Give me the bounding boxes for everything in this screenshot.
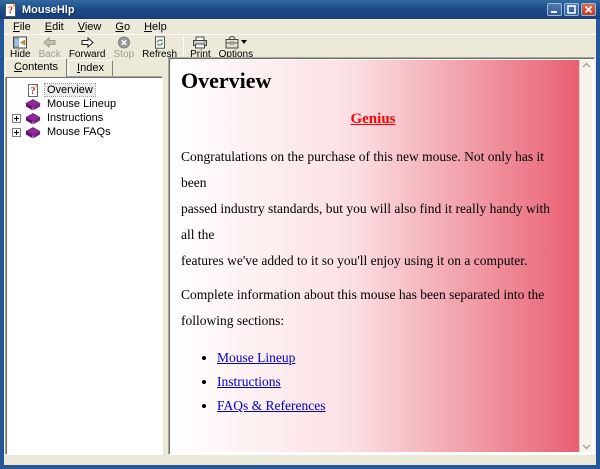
- print-button[interactable]: Print: [186, 36, 215, 59]
- stop-button[interactable]: Stop: [110, 36, 139, 59]
- toolbar: Hide Back Forward Stop: [4, 34, 596, 57]
- minimize-button[interactable]: [547, 3, 562, 16]
- refresh-icon: [153, 36, 167, 49]
- sections-intro: Complete information about this mouse ha…: [181, 282, 565, 334]
- menu-file[interactable]: File: [6, 19, 38, 34]
- toolbar-separator: [183, 37, 184, 56]
- tree-item-instructions[interactable]: Instructions: [10, 111, 160, 125]
- intro-paragraph: Congratulations on the purchase of this …: [181, 144, 565, 274]
- list-item: Instructions: [217, 374, 565, 390]
- link-mouse-lineup[interactable]: Mouse Lineup: [217, 350, 295, 365]
- nav-tabs: Contents Index: [5, 57, 114, 76]
- window-title: MouseHlp: [22, 4, 75, 16]
- tree-item-mouse-lineup[interactable]: Mouse Lineup: [10, 97, 160, 111]
- client-area: File Edit View Go Help Hide Back: [4, 19, 596, 465]
- tab-contents[interactable]: Contents: [5, 58, 67, 77]
- back-button[interactable]: Back: [35, 36, 65, 59]
- book-icon: [25, 112, 41, 125]
- expand-plus-icon[interactable]: [12, 114, 21, 123]
- topic-content: Overview Genius Congratulations on the p…: [171, 60, 579, 452]
- tree-label: Mouse Lineup: [45, 98, 118, 110]
- list-item: FAQs & References: [217, 398, 565, 414]
- tree-item-mouse-faqs[interactable]: Mouse FAQs: [10, 125, 160, 139]
- brand-line: Genius: [181, 110, 565, 128]
- menu-help[interactable]: Help: [137, 19, 174, 34]
- navigation-pane: Contents Index ? Overview: [5, 57, 163, 455]
- help-file-icon: ?: [4, 3, 18, 17]
- maximize-icon: [567, 5, 576, 14]
- svg-text:?: ?: [8, 5, 13, 16]
- close-icon: [584, 5, 593, 14]
- book-icon: [25, 98, 41, 111]
- help-viewer-window: ? MouseHlp File Edit View Go Help: [0, 0, 600, 469]
- tree-label: Mouse FAQs: [45, 126, 113, 138]
- minimize-icon: [550, 5, 559, 14]
- scroll-up-icon[interactable]: [582, 62, 591, 68]
- link-faqs-references[interactable]: FAQs & References: [217, 398, 325, 413]
- topic-pane: Overview Genius Congratulations on the p…: [168, 57, 595, 455]
- forward-arrow-icon: [78, 36, 96, 49]
- hide-icon: [10, 36, 30, 49]
- contents-tree: ? Overview Mouse Lineup: [5, 76, 163, 455]
- tab-index[interactable]: Index: [68, 60, 113, 76]
- dropdown-arrow-icon: [241, 40, 247, 44]
- book-icon: [25, 126, 41, 139]
- refresh-button[interactable]: Refresh: [138, 36, 181, 59]
- menubar: File Edit View Go Help: [4, 19, 596, 34]
- titlebar[interactable]: ? MouseHlp: [0, 0, 600, 19]
- list-item: Mouse Lineup: [217, 350, 565, 366]
- link-instructions[interactable]: Instructions: [217, 374, 281, 389]
- brand-link[interactable]: Genius: [350, 111, 395, 127]
- close-button[interactable]: [581, 3, 596, 16]
- help-topic-icon: ?: [25, 84, 41, 97]
- hide-button[interactable]: Hide: [6, 36, 35, 59]
- tree-item-overview[interactable]: ? Overview: [10, 83, 160, 97]
- menu-go[interactable]: Go: [108, 19, 137, 34]
- tree-label: Instructions: [45, 112, 105, 124]
- topic-heading: Overview: [181, 68, 565, 94]
- maximize-button[interactable]: [564, 3, 579, 16]
- menu-view[interactable]: View: [71, 19, 109, 34]
- forward-button[interactable]: Forward: [65, 36, 110, 59]
- vertical-scrollbar[interactable]: [579, 60, 592, 452]
- scroll-down-icon[interactable]: [582, 444, 591, 450]
- svg-text:?: ?: [31, 86, 36, 97]
- stop-icon: [117, 36, 131, 49]
- back-arrow-icon: [41, 36, 59, 49]
- section-link-list: Mouse Lineup Instructions FAQs & Referen…: [217, 350, 565, 414]
- tree-label: Overview: [45, 84, 95, 96]
- print-icon: [191, 36, 209, 49]
- options-button[interactable]: Options: [215, 36, 257, 59]
- menu-edit[interactable]: Edit: [38, 19, 71, 34]
- options-icon: [224, 36, 240, 49]
- expand-plus-icon[interactable]: [12, 128, 21, 137]
